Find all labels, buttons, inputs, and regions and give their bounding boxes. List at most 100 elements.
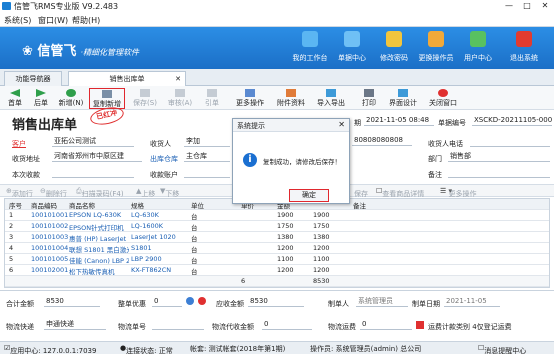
user-icon: [428, 31, 444, 47]
menu-window[interactable]: 窗口(W): [38, 15, 68, 26]
account-field[interactable]: [184, 167, 230, 178]
scan-code-button[interactable]: ⎙ 扫描录码(F4): [76, 187, 124, 198]
first-record-button[interactable]: 首单: [4, 88, 26, 109]
maximize-button[interactable]: □: [518, 0, 536, 12]
discount-calc-icon[interactable]: [186, 297, 194, 305]
close-window-button[interactable]: ✕: [536, 0, 554, 12]
table-cell: 100101002: [31, 222, 69, 230]
view-detail-button[interactable]: ☐ 查看商品详情: [376, 187, 424, 198]
attachments-button[interactable]: 附件资料: [274, 88, 308, 109]
warehouse-label[interactable]: 出库仓库: [150, 154, 178, 164]
close-document-button[interactable]: 关闭窗口: [426, 88, 460, 109]
ship-address-label: 收货地址: [12, 155, 40, 163]
header-banner: ❀ 信管飞 ·精细化管理软件 我的工作台 单据中心 修改密码 更换操作员 用户中心 退出系统: [0, 27, 554, 69]
move-down-button[interactable]: ▼ 下移: [160, 187, 179, 198]
receiver-phone-field[interactable]: [470, 136, 550, 147]
freight-checkbox[interactable]: [416, 321, 424, 329]
column-header[interactable]: 序号: [9, 200, 22, 210]
department-field[interactable]: 销售部: [448, 151, 550, 162]
tab-function-navigator[interactable]: 功能导航器: [4, 71, 62, 86]
phone-field[interactable]: 80808080808: [352, 135, 412, 146]
table-row[interactable]: 6 100102001 松下热敏传真机 KX-FT862CN 台 1200 1200: [5, 265, 549, 276]
more-ops-button[interactable]: ☰ 更多操作 ▾: [440, 187, 477, 198]
copy-new-button[interactable]: 复制新增: [89, 88, 125, 109]
minimize-button[interactable]: —: [500, 0, 518, 12]
total-label: 合计金额: [6, 300, 34, 308]
tracking-field[interactable]: [152, 319, 204, 330]
move-up-button[interactable]: ▲ 上移: [136, 187, 155, 198]
column-header[interactable]: 规格: [131, 200, 144, 210]
discount-clear-icon[interactable]: [198, 297, 206, 305]
banner-item-user[interactable]: 更换操作员: [414, 31, 458, 63]
detail-table: 序号 商品编码 商品名称 规格 单位 单价 金额 备注 1 100101001 EPSON LQ-…: [4, 198, 550, 288]
table-row[interactable]: 1 100101001 EPSON LQ-630K LQ-630K 台 1900 1900: [5, 210, 549, 221]
printer-icon: [364, 89, 374, 97]
menu-system[interactable]: 系统(S): [4, 15, 31, 26]
add-row-button[interactable]: ⊕ 添加行: [6, 187, 33, 198]
print-button[interactable]: 打印: [356, 88, 382, 109]
delete-row-button[interactable]: ⊖ 删除行: [40, 187, 67, 198]
banner-item-desktop[interactable]: 我的工作台: [288, 31, 332, 63]
customer-label[interactable]: 客户: [12, 139, 26, 149]
power-icon: [516, 31, 532, 47]
table-row[interactable]: 2 100101002 EPSON针式打印机 LQ-1600K 台 1750 1750: [5, 221, 549, 232]
note-field[interactable]: [448, 167, 550, 178]
freight-note: 运费计款类别 4仅登记运费: [428, 323, 512, 331]
table-cell: 1750: [277, 222, 294, 230]
banner-item-globe[interactable]: 用户中心: [456, 31, 500, 63]
table-row[interactable]: 3 100101003惠普 (HP) LaserJet 1020LaserJet …: [5, 232, 549, 243]
table-cell: 1200: [313, 266, 330, 274]
ship-address-field[interactable]: 河南省郑州市中原区建: [52, 151, 142, 162]
table-cell: 台: [191, 235, 198, 243]
discount-field[interactable]: 0: [152, 296, 182, 307]
freight-field[interactable]: 0: [360, 319, 412, 330]
banner-item-power[interactable]: 退出系统: [502, 31, 546, 63]
column-header[interactable]: 商品名称: [69, 200, 95, 210]
receiver-field[interactable]: 李加: [184, 136, 230, 147]
table-row[interactable]: 4 100101004联想 S1801 黑白激光打印S1801 台 1200 1200: [5, 243, 549, 254]
menu-help[interactable]: 帮助(H): [72, 15, 100, 26]
ui-design-label: 界面设计: [389, 99, 417, 107]
new-button[interactable]: 新增(N): [56, 88, 86, 109]
import-export-button[interactable]: 导入导出: [314, 88, 348, 109]
dialog-ok-button[interactable]: 确定: [289, 189, 329, 202]
table-cell: S1801: [131, 244, 152, 252]
dialog-close-icon[interactable]: ✕: [338, 120, 345, 129]
audit-button[interactable]: 审核(A): [165, 88, 195, 109]
table-cell: 1380: [313, 233, 330, 241]
logistics-field[interactable]: 申通快递: [44, 319, 106, 330]
freight-label: 物流运费: [328, 323, 356, 331]
tab-close-icon[interactable]: ✕: [175, 72, 181, 86]
logistics-fee-field[interactable]: 0: [262, 319, 312, 330]
banner-item-key[interactable]: 修改密码: [372, 31, 416, 63]
warehouse-field[interactable]: 主仓库: [184, 151, 230, 162]
table-cell: 1200: [277, 266, 294, 274]
maker-field: 系统管理员: [356, 296, 408, 307]
message-center[interactable]: ☐ 消息提醒中心: [478, 344, 526, 355]
date-label: 期: [354, 119, 361, 127]
ui-design-button[interactable]: 界面设计: [386, 88, 420, 109]
connection-status: ● 连接状态: 正常: [120, 344, 173, 355]
table-cell: LQ-630K: [131, 211, 159, 219]
table-cell: 佳能 (Canon) LBP 2900+: [69, 257, 129, 265]
date-field[interactable]: 2021-11-05 08:48: [364, 115, 434, 126]
receipt-field[interactable]: [52, 167, 134, 178]
customer-field[interactable]: 亚拓公司测试: [52, 136, 134, 147]
save-button[interactable]: 保存(S): [130, 88, 160, 109]
next-record-button[interactable]: 后单: [30, 88, 52, 109]
table-total-row: 6 8530: [5, 276, 549, 287]
close-label: 关闭窗口: [429, 99, 457, 107]
tab-sales-outbound[interactable]: 销售出库单 ✕: [68, 71, 186, 87]
table-row[interactable]: 5 100101005佳能 (Canon) LBP 2900+LBP 2900 台 1…: [5, 254, 549, 265]
cite-button[interactable]: 引单: [200, 88, 224, 109]
logistics-fee-label: 物流代收金额: [212, 323, 254, 331]
print-label: 打印: [362, 99, 376, 107]
docno-field[interactable]: XSCKD-20211105-0001: [472, 115, 552, 126]
column-header[interactable]: 商品编码: [31, 200, 57, 210]
banner-item-document-center[interactable]: 单据中心: [330, 31, 374, 63]
column-header[interactable]: 单位: [191, 200, 204, 210]
document-toolbar: 首单 后单 新增(N) 复制新增 保存(S) 审核(A) 引单 更多操作 附件资…: [0, 86, 554, 110]
department-label: 部门: [428, 155, 442, 163]
more-actions-button[interactable]: 更多操作: [232, 88, 268, 109]
column-header[interactable]: 备注: [353, 200, 366, 210]
